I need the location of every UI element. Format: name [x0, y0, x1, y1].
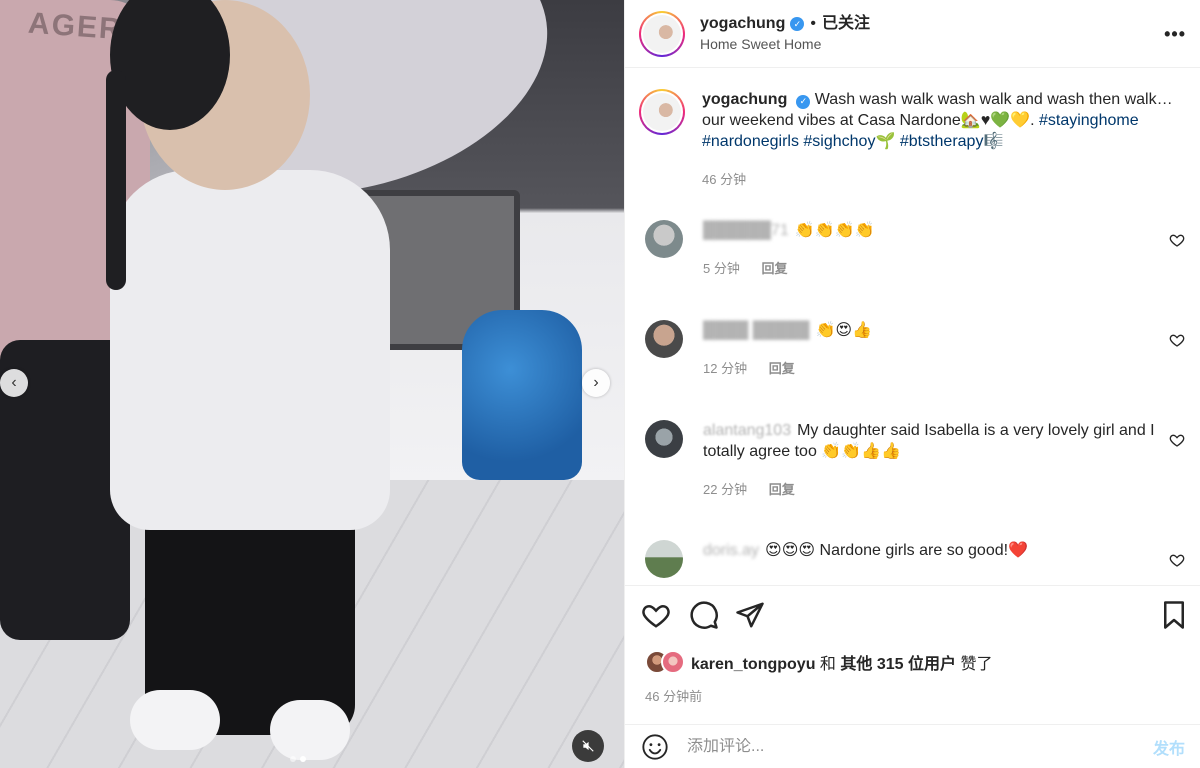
chevron-left-icon: ‹ [11, 374, 17, 391]
previous-slide-button[interactable]: ‹ [0, 369, 28, 397]
verified-badge-icon: ✓ [796, 94, 811, 109]
comment-item: ██████71 👏👏👏👏 5 分钟 回复 [645, 220, 1185, 279]
heart-icon[interactable] [1169, 332, 1185, 348]
child-braid [106, 70, 126, 290]
comment-time[interactable]: 12 分钟 [703, 361, 747, 376]
heart-icon[interactable] [1169, 552, 1185, 568]
heart-icon[interactable] [1169, 232, 1185, 248]
comment-time[interactable]: 22 分钟 [703, 482, 747, 497]
mute-button[interactable] [572, 730, 604, 762]
commenter-avatar[interactable] [645, 540, 683, 578]
slide-indicator [290, 756, 306, 762]
hashtag-link[interactable]: #btstherapy🎼 [900, 133, 1004, 150]
separator-dot: • [810, 15, 816, 32]
hashtag-link[interactable]: #sighchoy🌱 [803, 133, 895, 150]
comment-bubble-icon[interactable] [689, 600, 719, 630]
hashtag-link[interactable]: #nardonegirls [702, 133, 799, 150]
comment-text: 👏😍👍 [815, 322, 872, 339]
action-bar [641, 600, 1189, 632]
more-options-icon[interactable]: ••• [1164, 24, 1186, 45]
child-shoe-left [130, 690, 220, 750]
hashtag-link[interactable]: #stayinghome [1039, 112, 1139, 129]
comment-item: alantang103 My daughter said Isabella is … [645, 420, 1185, 500]
following-button[interactable]: 已关注 [822, 14, 870, 35]
comment-item: ████ █████ 👏😍👍 12 分钟 回复 [645, 320, 1185, 379]
post-timestamp[interactable]: 46 分钟前 [645, 686, 702, 705]
post-comment-button[interactable]: 发布 [1153, 735, 1185, 759]
chevron-right-icon: › [593, 374, 599, 391]
heart-icon[interactable] [1169, 432, 1185, 448]
caption-username[interactable]: yogachung [702, 91, 787, 108]
next-slide-button[interactable]: › [582, 369, 610, 397]
comment-composer: 发布 [625, 724, 1200, 768]
commenter-avatar[interactable] [645, 420, 683, 458]
caption-time[interactable]: 46 分钟 [702, 172, 746, 187]
child-shoe-right [270, 700, 350, 760]
share-paper-plane-icon[interactable] [735, 600, 765, 630]
gas-tank [462, 310, 582, 480]
comment-item: doris.ay 😍😍😍 Nardone girls are so good!❤️ [645, 540, 1185, 578]
likes-summary: karen_tongpoyu 和 其他 315 位用户 赞了 [645, 650, 992, 674]
reply-button[interactable]: 回复 [769, 361, 795, 376]
commenter-avatar[interactable] [645, 220, 683, 258]
other-likers-link[interactable]: 其他 315 位用户 [840, 656, 956, 673]
comment-input[interactable] [687, 737, 1127, 756]
likes-suffix: 赞了 [960, 656, 993, 673]
child-jacket [110, 170, 390, 530]
author-username[interactable]: yogachung [700, 14, 785, 35]
commenter-username[interactable]: doris.ay [703, 542, 759, 559]
commenter-username[interactable]: ██████71 [703, 222, 789, 239]
post-location[interactable]: Home Sweet Home [700, 35, 870, 53]
comments-list[interactable]: yogachung ✓ Wash wash walk wash walk and … [625, 68, 1200, 586]
comment-text: 👏👏👏👏 [794, 222, 875, 239]
commenter-username[interactable]: alantang103 [703, 422, 791, 439]
commenter-avatar[interactable] [645, 320, 683, 358]
slide-dot [290, 756, 296, 762]
bookmark-icon[interactable] [1159, 600, 1189, 630]
commenter-username[interactable]: ████ █████ [703, 322, 809, 339]
post-caption: yogachung ✓ Wash wash walk wash walk and … [639, 89, 1179, 190]
speaker-muted-icon [582, 740, 594, 752]
post-header: yogachung ✓ • 已关注 Home Sweet Home ••• [625, 0, 1200, 68]
emoji-smiley-icon[interactable] [641, 733, 669, 761]
reply-button[interactable]: 回复 [769, 482, 795, 497]
caption-avatar[interactable] [639, 89, 685, 135]
reply-button[interactable]: 回复 [761, 261, 787, 276]
first-liker-username[interactable]: karen_tongpoyu [691, 656, 815, 673]
slide-dot-active [300, 756, 306, 762]
comment-time[interactable]: 5 分钟 [703, 261, 740, 276]
comment-text: 😍😍😍 Nardone girls are so good!❤️ [765, 542, 1028, 559]
verified-badge-icon: ✓ [790, 17, 805, 32]
like-heart-icon[interactable] [641, 600, 671, 630]
shirt-text: AGER [26, 6, 124, 47]
post-media[interactable]: AGER ‹ › [0, 0, 624, 768]
likes-joiner: 和 [819, 656, 836, 673]
liker-avatar[interactable] [661, 650, 685, 674]
author-avatar[interactable] [639, 10, 685, 57]
post-details-panel: yogachung ✓ • 已关注 Home Sweet Home ••• yo… [624, 0, 1200, 768]
